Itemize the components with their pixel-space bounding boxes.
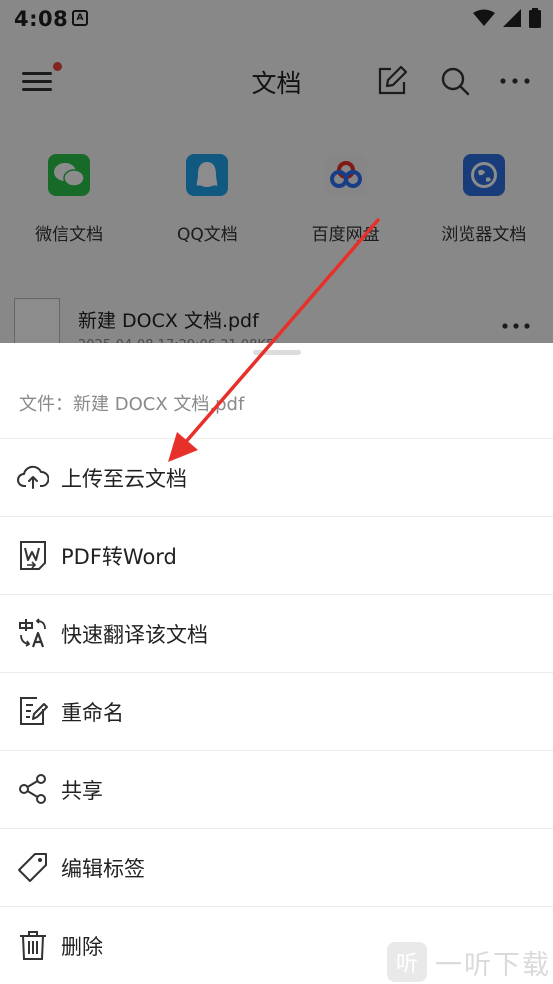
option-label: 编辑标签 bbox=[61, 857, 145, 881]
pdf-to-word-icon bbox=[20, 541, 46, 570]
tag-icon bbox=[18, 853, 47, 882]
option-label: 上传至云文档 bbox=[61, 467, 187, 491]
option-label: 快速翻译该文档 bbox=[61, 623, 208, 647]
file-options-sheet: 文件：新建 DOCX 文档.pdf 上传至云文档 PDF转Word 快速翻译该文… bbox=[0, 343, 553, 984]
option-pdf-to-word[interactable]: PDF转Word bbox=[0, 517, 553, 595]
watermark-logo: 听 bbox=[387, 942, 427, 982]
translate-icon bbox=[19, 618, 46, 648]
option-label: 删除 bbox=[61, 935, 103, 959]
option-upload-cloud[interactable]: 上传至云文档 bbox=[0, 439, 553, 517]
cloud-upload-icon bbox=[17, 465, 49, 489]
watermark-text: 一听下载 bbox=[435, 949, 551, 981]
sheet-file-label: 文件：新建 DOCX 文档.pdf bbox=[19, 394, 245, 415]
rename-icon bbox=[20, 697, 48, 725]
sheet-header: 文件：新建 DOCX 文档.pdf bbox=[0, 343, 553, 439]
watermark: 听 一听下载 bbox=[387, 942, 551, 982]
option-label: 共享 bbox=[61, 779, 103, 803]
option-rename[interactable]: 重命名 bbox=[0, 673, 553, 751]
sheet-drag-handle[interactable] bbox=[253, 350, 301, 355]
option-share[interactable]: 共享 bbox=[0, 751, 553, 829]
option-edit-tags[interactable]: 编辑标签 bbox=[0, 829, 553, 907]
delete-icon bbox=[20, 931, 46, 960]
option-translate[interactable]: 快速翻译该文档 bbox=[0, 595, 553, 673]
option-label: PDF转Word bbox=[61, 545, 177, 569]
option-label: 重命名 bbox=[61, 701, 124, 725]
share-icon bbox=[19, 774, 46, 804]
